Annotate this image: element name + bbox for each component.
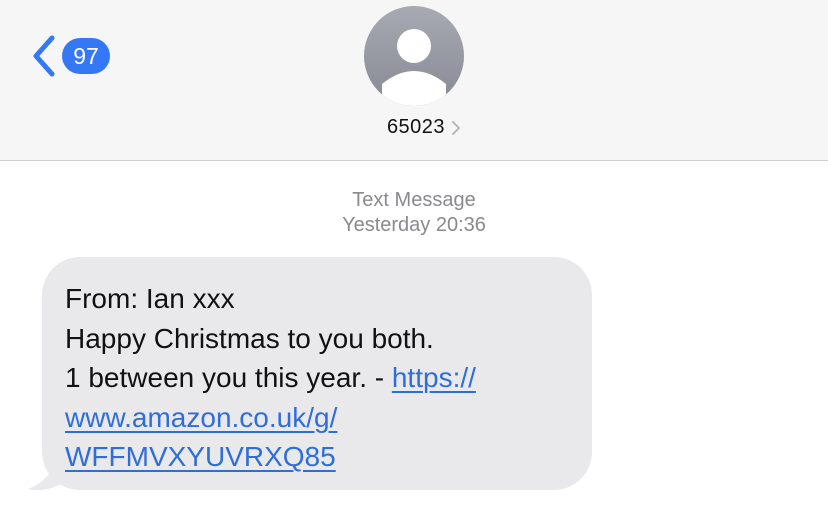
message-timestamp: Text Message Yesterday 20:36	[0, 188, 828, 238]
chevron-right-icon	[452, 120, 460, 135]
contact-name: 65023	[386, 116, 446, 138]
unread-count-badge: 97	[62, 38, 110, 74]
message-link-part2[interactable]: www.amazon.co.uk/g/	[65, 402, 337, 433]
conversation-header: 97 65023	[0, 0, 828, 161]
message-link-part3[interactable]: WFFMVXYUVRXQ85	[65, 441, 336, 472]
message-line-from: From: Ian xxx	[65, 283, 235, 314]
incoming-message-bubble[interactable]: From: Ian xxx Happy Christmas to you bot…	[42, 257, 592, 490]
timestamp-label: Text Message	[352, 189, 476, 211]
message-line-link: WFFMVXYUVRXQ85	[65, 437, 572, 477]
message-body-text: 1 between you this year. -	[65, 362, 392, 393]
chevron-left-icon	[33, 35, 55, 77]
messages-screen: 97 65023 Text Message Yesterday 20:36 Fr…	[0, 0, 828, 515]
timestamp-time: 20:36	[435, 214, 486, 236]
timestamp-day: Yesterday	[342, 214, 431, 236]
contact-avatar[interactable]	[364, 6, 464, 106]
person-silhouette-icon	[382, 29, 446, 106]
timestamp-datetime: Yesterday 20:36	[0, 213, 828, 238]
message-line-link: www.amazon.co.uk/g/	[65, 398, 572, 438]
message-line-greeting: Happy Christmas to you both.	[65, 322, 434, 354]
message-line-body: 1 between you this year. - https://	[65, 358, 572, 398]
contact-name-button[interactable]: 65023	[0, 116, 828, 139]
back-button[interactable]: 97	[30, 34, 110, 78]
message-link-part1[interactable]: https://	[392, 362, 476, 393]
